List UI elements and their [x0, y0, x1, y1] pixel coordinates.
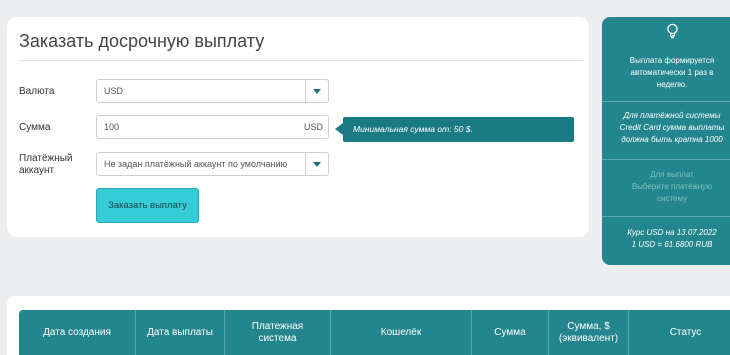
- chevron-down-icon[interactable]: [305, 79, 329, 103]
- chevron-down-icon[interactable]: [305, 152, 329, 176]
- auto-payout-line1: Выплата формируется: [629, 56, 715, 65]
- auto-payout-text: Выплата формируется автоматически 1 раз …: [602, 55, 730, 91]
- exchange-rate-date: Курс USD на 13.07.2022: [627, 228, 717, 237]
- column-header-amount-usd[interactable]: Сумма, $ (эквивалент): [549, 310, 629, 355]
- amount-currency-suffix: USD: [303, 122, 323, 132]
- currency-value: USD: [104, 86, 124, 96]
- account-label: Платёжный аккаунт: [19, 153, 73, 177]
- payouts-table-card: Дата создания Дата выплаты Платежная сист…: [7, 296, 730, 355]
- amount-value: 100: [104, 122, 120, 132]
- column-header-wallet[interactable]: Кошелёк: [331, 310, 472, 355]
- payment-system-line2: Выберите платёжную: [631, 182, 713, 191]
- column-header-amount[interactable]: Сумма: [472, 310, 549, 355]
- exchange-rate-value: 1 USD = 61.6800 RUB: [631, 240, 713, 249]
- payouts-table-header: Дата создания Дата выплаты Платежная сист…: [19, 310, 730, 355]
- credit-card-line3: должна быть кратна 1000: [621, 135, 723, 144]
- lightbulb-icon: [666, 23, 679, 44]
- credit-card-line1: Для платёжной системы: [623, 111, 721, 120]
- credit-card-line2: Credit Card сумма выплаты: [619, 123, 725, 132]
- column-header-payment-system[interactable]: Платежная система: [225, 310, 331, 355]
- currency-select[interactable]: USD: [96, 79, 329, 103]
- payment-system-line1: Для выплат: [650, 170, 694, 179]
- info-divider: [602, 159, 730, 160]
- credit-card-note: Для платёжной системы Credit Card сумма …: [602, 110, 730, 146]
- title-divider: [19, 60, 583, 61]
- account-label-line2: аккаунт: [19, 165, 55, 176]
- payment-account-select[interactable]: Не задан платёжный аккаунт по умолчанию: [96, 152, 329, 176]
- info-divider: [602, 216, 730, 217]
- payment-system-hint: Для выплат Выберите платёжную систему: [602, 169, 730, 205]
- column-header-status[interactable]: Статус: [629, 310, 730, 355]
- info-panel: Выплата формируется автоматически 1 раз …: [602, 17, 730, 265]
- auto-payout-line2: автоматически 1 раз в: [630, 68, 714, 77]
- amount-input[interactable]: 100 USD: [96, 115, 329, 139]
- column-header-created[interactable]: Дата создания: [19, 310, 136, 355]
- info-divider: [602, 101, 730, 102]
- currency-label: Валюта: [19, 86, 55, 97]
- min-amount-tooltip: Минимальная сумма от: 50 $.: [335, 117, 574, 142]
- account-value: Не задан платёжный аккаунт по умолчанию: [104, 159, 288, 169]
- page-title: Заказать досрочную выплату: [19, 31, 265, 51]
- column-header-payout-date[interactable]: Дата выплаты: [136, 310, 225, 355]
- exchange-rate: Курс USD на 13.07.2022 1 USD = 61.6800 R…: [602, 227, 730, 251]
- payment-system-line3: систему: [656, 194, 688, 203]
- account-label-line1: Платёжный: [19, 153, 73, 164]
- order-payout-button[interactable]: Заказать выплату: [96, 188, 199, 223]
- amount-label: Сумма: [19, 122, 51, 133]
- auto-payout-line3: неделю.: [656, 80, 688, 89]
